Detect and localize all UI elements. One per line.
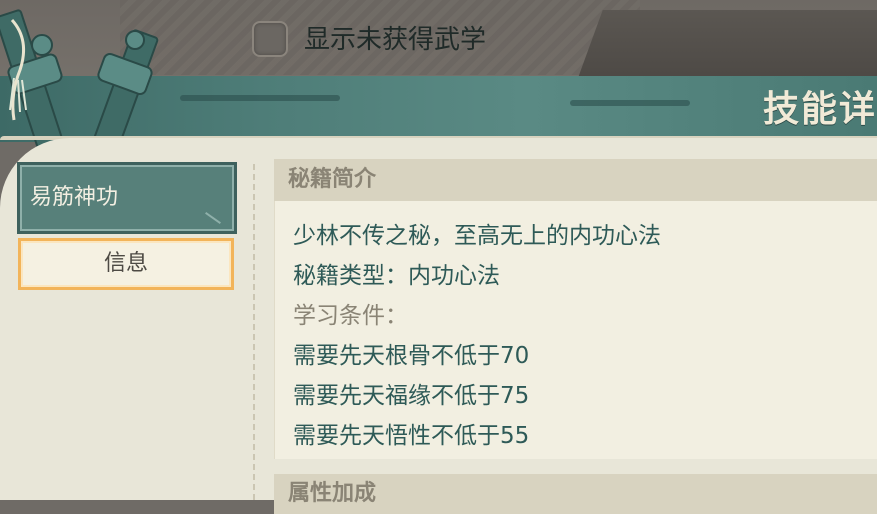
section-header-attributes: 属性加成 [274,474,877,514]
brush-mark-icon [205,212,221,224]
show-unobtained-checkbox[interactable] [252,21,288,57]
banner-brush-stroke [180,95,340,101]
condition-line: 需要先天根骨不低于70 [293,343,530,369]
section-body-intro: 少林不传之秘，至高无上的内功心法 秘籍类型：内功心法 学习条件： 需要先天根骨不… [274,201,877,459]
section-header-label: 秘籍简介 [288,167,377,192]
learn-conditions-label: 学习条件： [293,303,408,329]
page-title: 技能详 [762,89,877,130]
divider [253,164,255,500]
skill-name-label: 易筋神功 [30,185,119,210]
condition-line: 需要先天福缘不低于75 [293,383,530,409]
book-type-line: 秘籍类型：内功心法 [293,263,500,289]
description-line: 少林不传之秘，至高无上的内功心法 [293,223,661,249]
section-header-intro: 秘籍简介 [274,159,877,201]
section-header-label: 属性加成 [288,481,377,506]
background-roof-shadow [577,10,877,80]
condition-line: 需要先天悟性不低于55 [293,423,530,449]
tab-info[interactable]: 信息 [18,238,234,290]
tab-info-label: 信息 [103,251,148,276]
skill-nav-item[interactable]: 易筋神功 [17,162,237,234]
show-unobtained-label[interactable]: 显示未获得武学 [304,20,486,60]
banner-brush-stroke [570,100,690,106]
